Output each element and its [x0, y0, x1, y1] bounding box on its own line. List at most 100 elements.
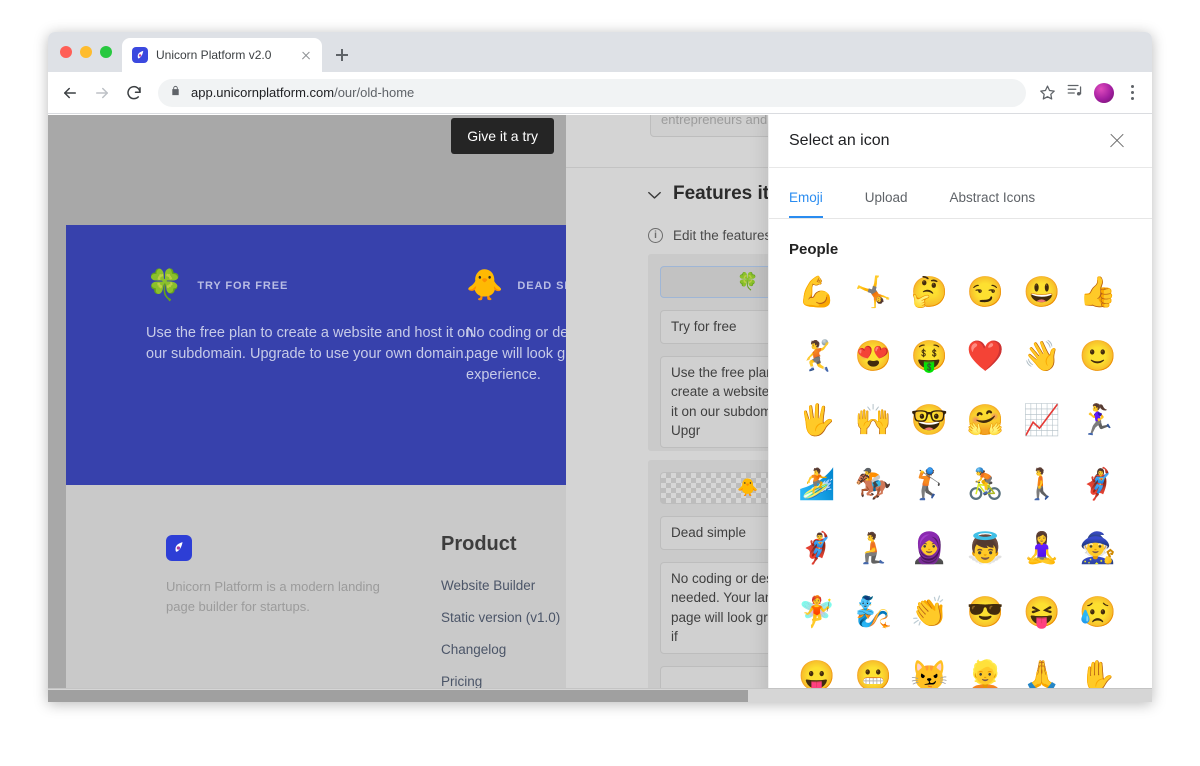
forward-arrow-icon[interactable]: [88, 79, 116, 107]
emoji-cell[interactable]: 🧞: [845, 588, 901, 638]
editor-subtitle-field[interactable]: entrepreneurs and ha: [650, 115, 768, 137]
emoji-cell[interactable]: ❤️: [958, 332, 1014, 382]
emoji-cell[interactable]: 👍: [1070, 268, 1126, 318]
features-items-title: Features ite: [673, 183, 768, 204]
feature-card-2-label: DEAD SIMPLE: [517, 280, 566, 292]
toolbar-right-cluster: [1062, 81, 1140, 104]
close-window-button[interactable]: [60, 46, 72, 58]
maximize-window-button[interactable]: [100, 46, 112, 58]
editor-card-2-description-input[interactable]: No coding or design skills needed. Your …: [660, 561, 768, 654]
emoji-cell[interactable]: 🤸: [845, 268, 901, 318]
url-path: /our/old-home: [334, 85, 415, 100]
emoji-cell[interactable]: 🦸‍♂️: [789, 524, 845, 574]
emoji-cell[interactable]: 🏇: [845, 460, 901, 510]
close-icon[interactable]: [1106, 130, 1128, 152]
emoji-cell[interactable]: 📈: [1014, 396, 1070, 446]
feature-card-1: 🍀 TRY FOR FREE Use the free plan to crea…: [146, 271, 476, 365]
footer-link-changelog[interactable]: Changelog: [441, 642, 560, 657]
omnibox[interactable]: app.unicornplatform.com/our/old-home: [158, 78, 1026, 107]
bookmark-star-icon[interactable]: [1036, 82, 1058, 104]
editor-card-1-description-input[interactable]: Use the free plan to create a website an…: [660, 355, 768, 448]
emoji-cell[interactable]: 🙂: [1070, 332, 1126, 382]
emoji-cell[interactable]: 🦸‍♀️: [1070, 460, 1126, 510]
emoji-cell[interactable]: 🤔: [901, 268, 957, 318]
editor-divider: [566, 167, 768, 168]
emoji-cell[interactable]: 😃: [1014, 268, 1070, 318]
tab-abstract-icons[interactable]: Abstract Icons: [950, 180, 1036, 218]
browser-tab[interactable]: Unicorn Platform v2.0: [122, 38, 322, 72]
feature-card-1-label: TRY FOR FREE: [197, 280, 289, 292]
footer-column-title: Product: [441, 533, 517, 555]
features-section: 🍀 TRY FOR FREE Use the free plan to crea…: [66, 225, 566, 485]
emoji-cell[interactable]: 🏃‍♀️: [1070, 396, 1126, 446]
horizontal-scrollbar-thumb[interactable]: [48, 690, 748, 702]
footer-link-pricing[interactable]: Pricing: [441, 674, 560, 689]
emoji-cell[interactable]: 💪: [789, 268, 845, 318]
emoji-cell[interactable]: 😝: [1014, 588, 1070, 638]
emoji-cell[interactable]: 😍: [845, 332, 901, 382]
emoji-cell[interactable]: 👏: [901, 588, 957, 638]
emoji-cell[interactable]: 🏄: [789, 460, 845, 510]
info-icon: i: [648, 228, 663, 243]
editor-card-2-title-input[interactable]: Dead simple: [660, 516, 768, 550]
site-preview-canvas: Give it a try 🍀 TRY FOR FREE Use the fre…: [48, 115, 566, 702]
emoji-cell[interactable]: 🤾: [789, 332, 845, 382]
emoji-cell[interactable]: 🙌: [845, 396, 901, 446]
emoji-cell[interactable]: 🚶: [1014, 460, 1070, 510]
emoji-cell[interactable]: 🚴: [958, 460, 1014, 510]
emoji-cell[interactable]: 🧎: [845, 524, 901, 574]
emoji-cell[interactable]: 🖐️: [789, 396, 845, 446]
emoji-cell[interactable]: 🏌️: [901, 460, 957, 510]
page-viewport: Give it a try 🍀 TRY FOR FREE Use the fre…: [48, 115, 1152, 702]
close-tab-icon[interactable]: [298, 47, 314, 63]
tab-emoji[interactable]: Emoji: [789, 180, 823, 218]
emoji-grid: 💪 🤸 🤔 😏 😃 👍 🤾 😍 🤑 ❤️ 👋 🙂 🖐️ 🙌 🤓 🤗 📈 🏃‍♀️ 🏄 🏇 🏌️ 🚴 🚶 🦸‍♀️ 🦸‍♂️ 🧎 🧕 👼…: [789, 268, 1126, 702]
editor-card-2-icon-picker[interactable]: 🐥: [660, 472, 768, 504]
feature-card-2: 🐥 DEAD SIMPLE No coding or design skills…: [466, 271, 566, 386]
emoji-cell[interactable]: 🧘‍♀️: [1014, 524, 1070, 574]
footer-section: Unicorn Platform is a modern landing pag…: [66, 485, 566, 702]
give-it-a-try-button[interactable]: Give it a try: [451, 118, 554, 154]
edit-features-label: Edit the features:: [673, 228, 768, 243]
emoji-cell[interactable]: 👼: [958, 524, 1014, 574]
editor-card-1-icon-picker[interactable]: 🍀: [660, 266, 768, 298]
preview-left-gutter: [48, 115, 66, 702]
emoji-cell[interactable]: 🧙: [1070, 524, 1126, 574]
three-dot-menu-icon[interactable]: [1124, 83, 1140, 103]
editor-card-1-title-input[interactable]: Try for free: [660, 310, 768, 344]
window-traffic-lights: [56, 32, 122, 72]
reload-icon[interactable]: [120, 79, 148, 107]
emoji-cell[interactable]: 😥: [1070, 588, 1126, 638]
modal-header: Select an icon: [769, 115, 1152, 168]
emoji-cell[interactable]: 🤗: [958, 396, 1014, 446]
emoji-cell[interactable]: 🧕: [901, 524, 957, 574]
preview-content: Give it a try 🍀 TRY FOR FREE Use the fre…: [66, 115, 566, 702]
footer-link-website-builder[interactable]: Website Builder: [441, 578, 560, 593]
back-arrow-icon[interactable]: [56, 79, 84, 107]
chevron-down-icon[interactable]: [648, 186, 661, 203]
footer-product-column: Product Website Builder Static version (…: [441, 533, 560, 702]
url-domain: app.unicornplatform.com: [191, 85, 335, 100]
unicorn-logo-icon: [132, 47, 148, 63]
new-tab-icon[interactable]: [328, 41, 356, 69]
editor-feature-card-2: 🐥 Dead simple No coding or design skills…: [648, 460, 768, 702]
emoji-cell[interactable]: 🧚: [789, 588, 845, 638]
minimize-window-button[interactable]: [80, 46, 92, 58]
emoji-cell[interactable]: 🤓: [901, 396, 957, 446]
modal-title: Select an icon: [789, 132, 890, 149]
emoji-cell[interactable]: 👋: [1014, 332, 1070, 382]
footer-blurb: Unicorn Platform is a modern landing pag…: [166, 579, 380, 615]
emoji-group-title: People: [789, 241, 839, 258]
emoji-cell[interactable]: 😏: [958, 268, 1014, 318]
horizontal-scrollbar[interactable]: [48, 688, 1152, 702]
tab-strip: Unicorn Platform v2.0: [48, 32, 1152, 72]
emoji-cell[interactable]: 🤑: [901, 332, 957, 382]
profile-avatar[interactable]: [1094, 82, 1114, 103]
features-items-section-header[interactable]: Features ite: [648, 183, 768, 205]
footer-link-static-version[interactable]: Static version (v1.0): [441, 610, 560, 625]
reading-list-icon[interactable]: [1066, 81, 1084, 104]
baby-chick-icon: 🐥: [466, 269, 504, 302]
hero-section: Give it a try: [66, 115, 566, 225]
emoji-cell[interactable]: 😎: [958, 588, 1014, 638]
tab-upload[interactable]: Upload: [865, 180, 908, 218]
